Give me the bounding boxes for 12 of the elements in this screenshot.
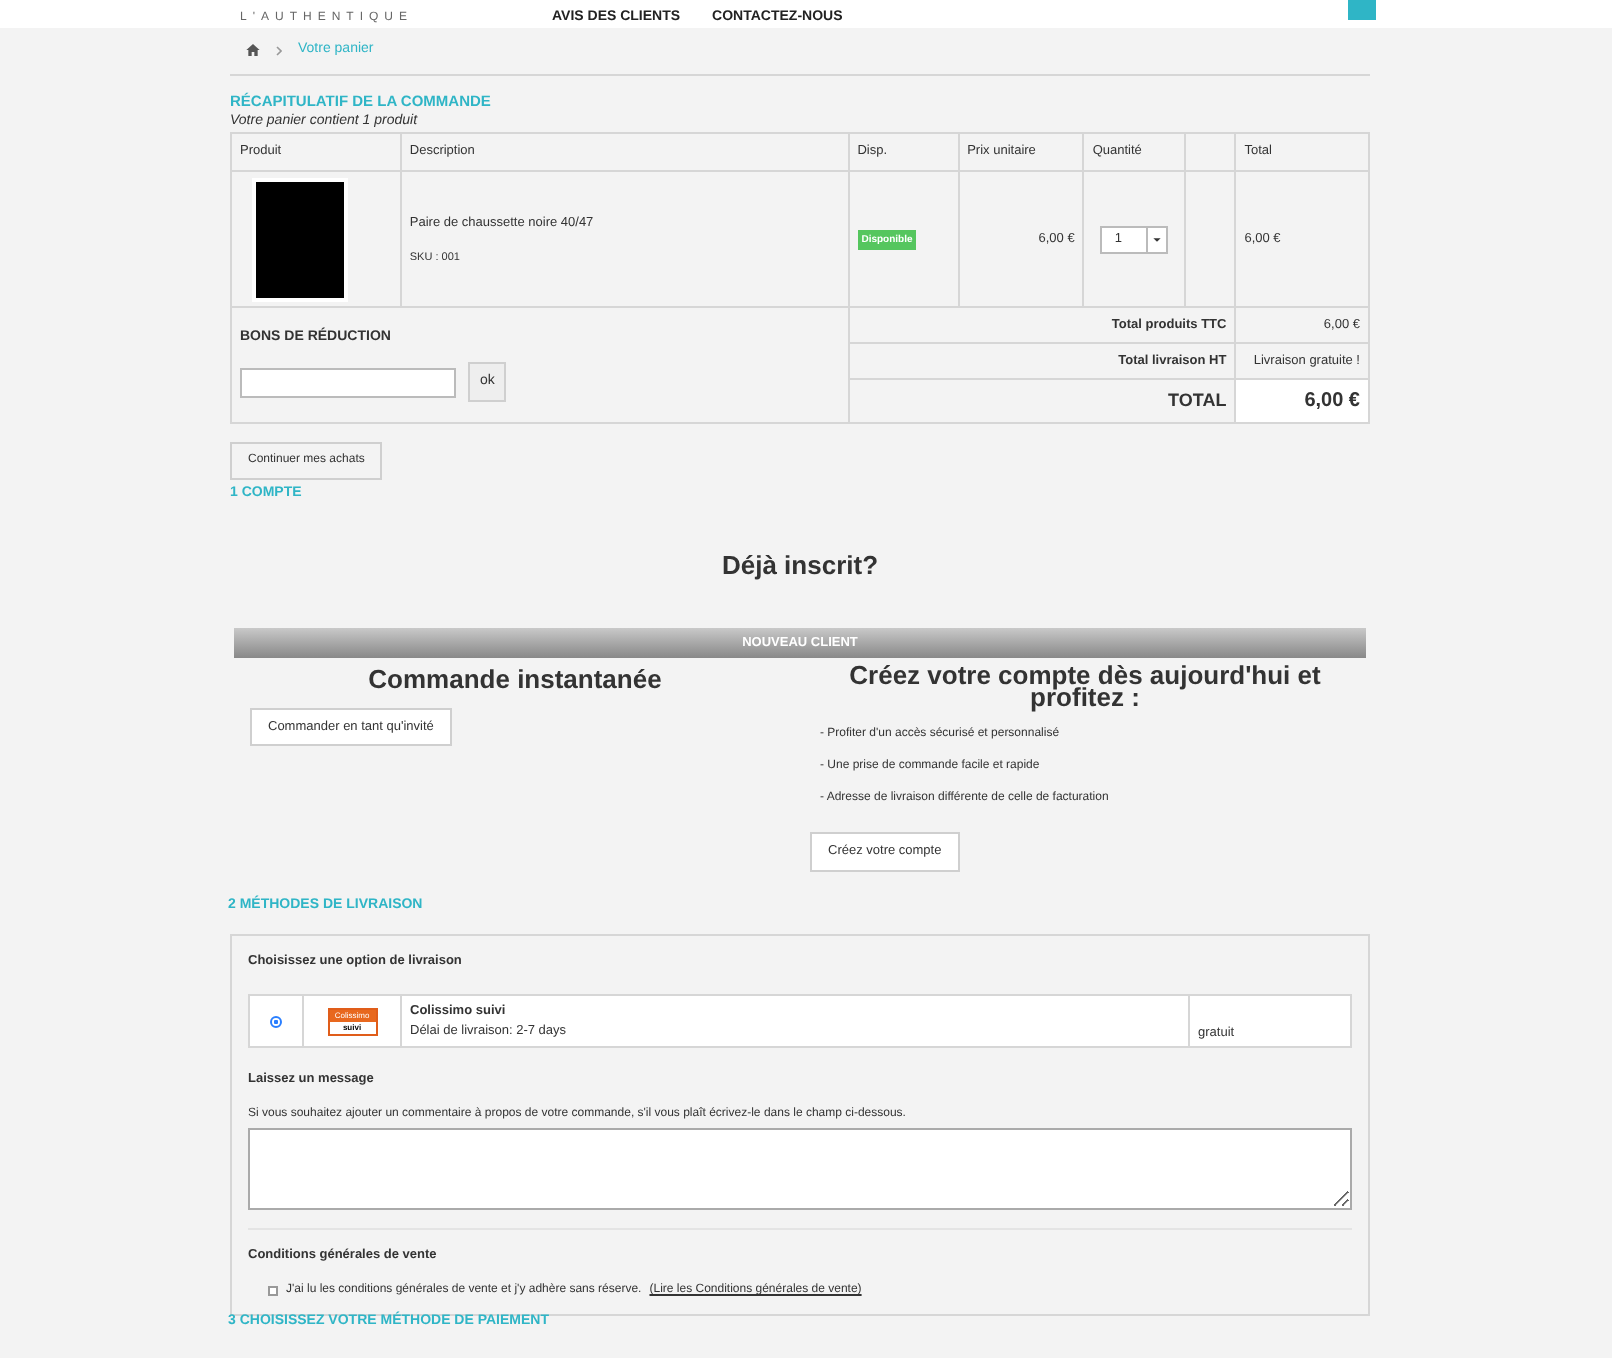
- carrier-radio[interactable]: [270, 1015, 282, 1028]
- chevron-icon: [276, 45, 282, 56]
- total-value: 6,00 €: [1304, 390, 1360, 413]
- terms-checkbox[interactable]: [268, 1285, 278, 1296]
- total-label: TOTAL: [1168, 390, 1227, 410]
- voucher-input[interactable]: [240, 367, 456, 397]
- guest-heading: Commande instantanée: [366, 664, 664, 697]
- photo-placeholder: [252, 177, 348, 302]
- message-field[interactable]: [248, 1128, 1352, 1210]
- home-icon[interactable]: [246, 44, 260, 57]
- create-account-heading: Créez votre compte dès aujourd'hui et profitez :: [847, 664, 1323, 709]
- login-heading: Déjà inscrit?: [719, 547, 881, 584]
